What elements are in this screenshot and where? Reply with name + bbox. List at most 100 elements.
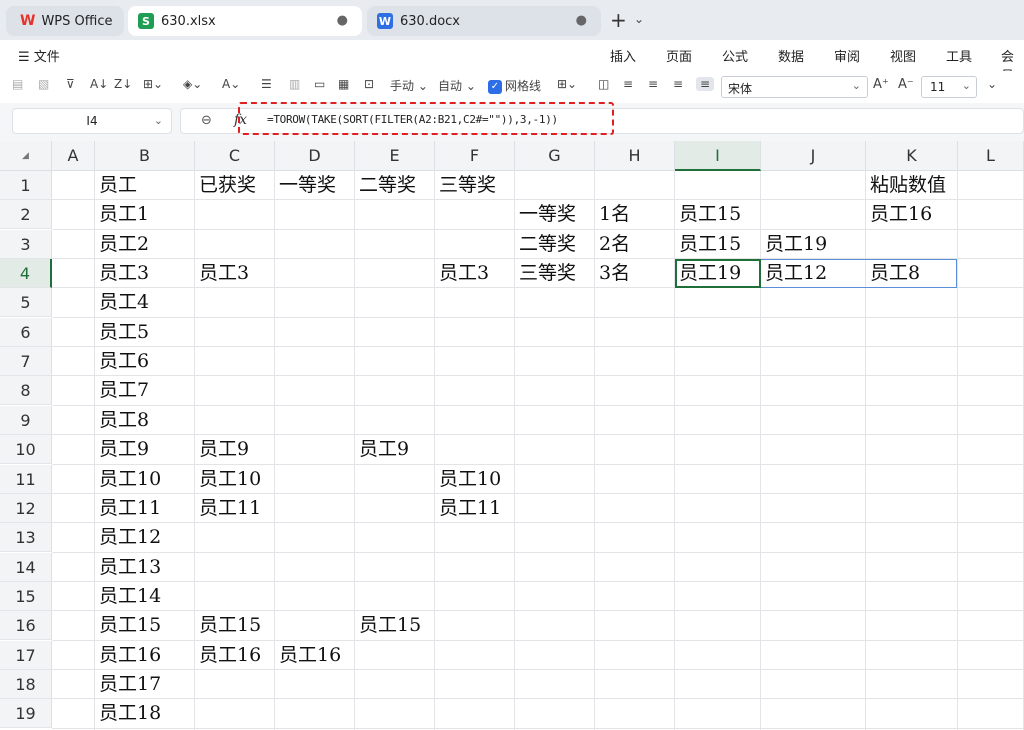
row-header-8[interactable]: 8 xyxy=(0,376,52,406)
cell-k1[interactable]: 粘贴数值 xyxy=(866,171,958,200)
cell-b14[interactable]: 员工13 xyxy=(95,553,195,582)
paste-icon[interactable]: ▤ xyxy=(12,77,23,91)
row-header-5[interactable]: 5 xyxy=(0,288,52,318)
menu-tools[interactable]: 工具 xyxy=(946,46,972,65)
cell-b8[interactable]: 员工7 xyxy=(95,376,195,405)
cell-b5[interactable]: 员工4 xyxy=(95,288,195,317)
menu-page[interactable]: 页面 xyxy=(666,46,692,65)
cell-k2[interactable]: 员工16 xyxy=(866,200,958,229)
cell-g4[interactable]: 三等奖 xyxy=(515,259,595,288)
cell-f4[interactable]: 员工3 xyxy=(435,259,515,288)
menu-formula[interactable]: 公式 xyxy=(722,46,748,65)
column-header-e[interactable]: E xyxy=(355,141,435,171)
row-header-13[interactable]: 13 xyxy=(0,523,52,553)
cell-b18[interactable]: 员工17 xyxy=(95,670,195,699)
cell-g3[interactable]: 二等奖 xyxy=(515,230,595,259)
decrease-font-icon[interactable]: A⁻ xyxy=(898,77,914,92)
cell-c12[interactable]: 员工11 xyxy=(195,494,275,523)
menu-review[interactable]: 审阅 xyxy=(834,46,860,65)
row-header-11[interactable]: 11 xyxy=(0,464,52,494)
cell-f11[interactable]: 员工10 xyxy=(435,465,515,494)
cell-f12[interactable]: 员工11 xyxy=(435,494,515,523)
cell-e1[interactable]: 二等奖 xyxy=(355,171,435,200)
column-header-h[interactable]: H xyxy=(595,141,675,171)
cell-b7[interactable]: 员工6 xyxy=(95,347,195,376)
cell-b3[interactable]: 员工2 xyxy=(95,230,195,259)
cell-b17[interactable]: 员工16 xyxy=(95,641,195,670)
row-header-1[interactable]: 1 xyxy=(0,171,52,200)
row-header-18[interactable]: 18 xyxy=(0,669,52,699)
fit-icon[interactable]: ⊡ xyxy=(364,77,374,91)
chevron-down-icon[interactable]: ⌄ xyxy=(634,12,644,26)
row-header-3[interactable]: 3 xyxy=(0,229,52,259)
row-header-14[interactable]: 14 xyxy=(0,552,52,582)
clear-format-icon[interactable]: ◫ xyxy=(598,77,609,91)
cell-g2[interactable]: 一等奖 xyxy=(515,200,595,229)
font-family-select[interactable]: 宋体 ⌄ xyxy=(721,76,868,98)
cell-e16[interactable]: 员工15 xyxy=(355,611,435,640)
cell-c4[interactable]: 员工3 xyxy=(195,259,275,288)
column-header-k[interactable]: K xyxy=(866,141,958,171)
filter-icon[interactable]: ⊽ xyxy=(66,77,75,91)
row-header-9[interactable]: 9 xyxy=(0,405,52,435)
increase-font-icon[interactable]: A⁺ xyxy=(873,77,889,92)
tab-wps-office[interactable]: W WPS Office xyxy=(6,6,124,36)
row-header-4[interactable]: 4 xyxy=(0,259,52,289)
borders-icon[interactable]: ⊞⌄ xyxy=(143,77,163,91)
cell-c10[interactable]: 员工9 xyxy=(195,435,275,464)
tab-630-docx[interactable]: W 630.docx ● xyxy=(367,6,601,36)
cell-b15[interactable]: 员工14 xyxy=(95,582,195,611)
column-header-j[interactable]: J xyxy=(761,141,866,171)
menu-view[interactable]: 视图 xyxy=(890,46,916,65)
cell-b19[interactable]: 员工18 xyxy=(95,699,195,728)
cell-h2[interactable]: 1名 xyxy=(595,200,675,229)
cell-d17[interactable]: 员工16 xyxy=(275,641,355,670)
sort-asc-icon[interactable]: A↓ xyxy=(90,77,108,91)
format-painter-icon[interactable]: ▧ xyxy=(38,77,49,91)
cell-h4[interactable]: 3名 xyxy=(595,259,675,288)
fill-color-icon[interactable]: ◈⌄ xyxy=(183,77,202,91)
select-all-corner[interactable]: ◢ xyxy=(0,141,52,171)
justify-icon[interactable]: ≡ xyxy=(696,77,715,91)
row-header-2[interactable]: 2 xyxy=(0,200,52,230)
menu-data[interactable]: 数据 xyxy=(778,46,804,65)
cell-i2[interactable]: 员工15 xyxy=(675,200,761,229)
cell-b2[interactable]: 员工1 xyxy=(95,200,195,229)
cell-style-icon[interactable]: ▭ xyxy=(314,77,325,91)
halign-dropdown[interactable]: 手动 ⌄ xyxy=(390,77,428,94)
column-header-g[interactable]: G xyxy=(515,141,595,171)
cell-d1[interactable]: 一等奖 xyxy=(275,171,355,200)
font-color-icon[interactable]: A⌄ xyxy=(222,77,240,91)
row-header-17[interactable]: 17 xyxy=(0,640,52,670)
cell-b10[interactable]: 员工9 xyxy=(95,435,195,464)
table-style-icon[interactable]: ▦ xyxy=(338,77,349,91)
column-header-l[interactable]: L xyxy=(958,141,1024,171)
merge-icon[interactable]: ▥ xyxy=(289,77,300,91)
row-header-12[interactable]: 12 xyxy=(0,493,52,523)
sort-desc-icon[interactable]: Z↓ xyxy=(114,77,132,91)
unsaved-dot-icon[interactable]: ● xyxy=(576,13,587,28)
name-box[interactable]: I4 ⌄ xyxy=(12,108,172,134)
align-left-icon[interactable]: ≡ xyxy=(623,77,633,91)
cell-c17[interactable]: 员工16 xyxy=(195,641,275,670)
column-header-b[interactable]: B xyxy=(95,141,195,171)
cell-b13[interactable]: 员工12 xyxy=(95,523,195,552)
row-header-15[interactable]: 15 xyxy=(0,581,52,611)
valign-dropdown[interactable]: 自动 ⌄ xyxy=(438,77,476,94)
gridlines-checkbox[interactable]: ✓ 网格线 xyxy=(488,77,541,94)
row-header-10[interactable]: 10 xyxy=(0,435,52,465)
unsaved-dot-icon[interactable]: ● xyxy=(337,13,348,28)
cell-j3[interactable]: 员工19 xyxy=(761,230,866,259)
column-header-d[interactable]: D xyxy=(275,141,355,171)
cell-e10[interactable]: 员工9 xyxy=(355,435,435,464)
column-header-f[interactable]: F xyxy=(435,141,515,171)
cell-b11[interactable]: 员工10 xyxy=(95,465,195,494)
row-header-16[interactable]: 16 xyxy=(0,611,52,641)
freeze-panes-icon[interactable]: ⊞⌄ xyxy=(557,77,577,91)
column-header-c[interactable]: C xyxy=(195,141,275,171)
cell-b9[interactable]: 员工8 xyxy=(95,406,195,435)
column-header-a[interactable]: A xyxy=(52,141,95,171)
tab-630-xlsx[interactable]: S 630.xlsx ● xyxy=(128,6,362,36)
cell-h3[interactable]: 2名 xyxy=(595,230,675,259)
row-header-6[interactable]: 6 xyxy=(0,317,52,347)
